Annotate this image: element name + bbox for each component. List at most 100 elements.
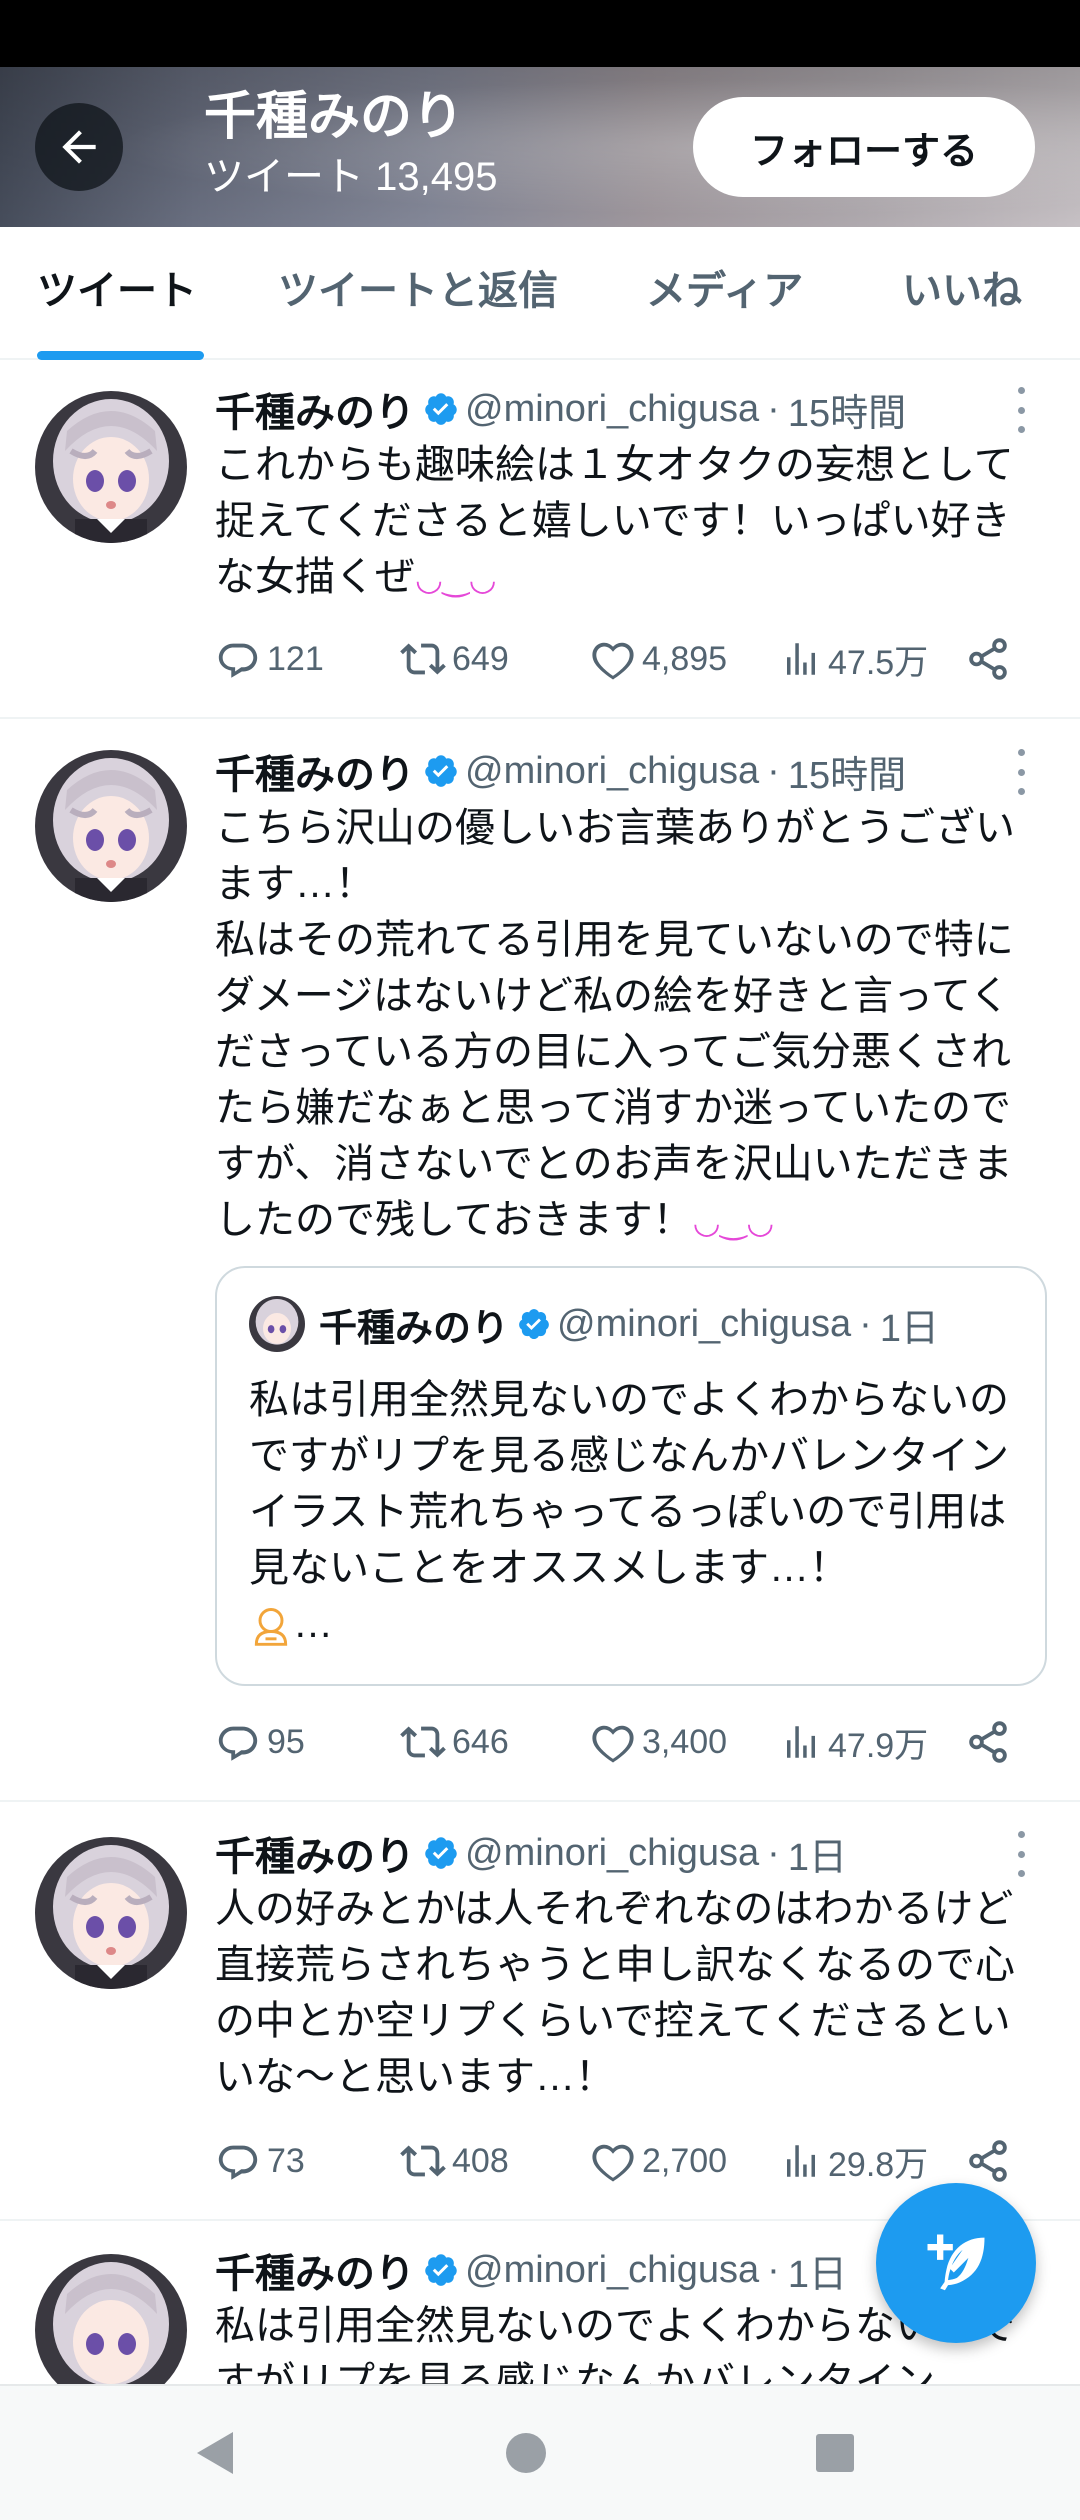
views-button[interactable]: 29.8万 [780,2133,928,2189]
retweet-count: 649 [452,639,509,678]
reply-icon [218,643,258,678]
smiling-face-emoji-icon: ◡‿◡ [415,561,497,598]
tweet-item[interactable]: 千種みのり @minori_chigusa · 15時間 こちら沢山の優しいお言… [0,720,1080,1802]
author-handle: @minori_chigusa [465,2248,760,2291]
retweet-count: 646 [452,1722,509,1761]
reply-count: 73 [267,2141,305,2180]
view-count: 47.5万 [828,643,929,682]
system-nav-bar [0,2384,1080,2520]
verified-badge-icon [423,391,459,427]
tweet-actions: 121 649 4,895 47.5万 [215,631,1015,687]
avatar [249,1296,305,1352]
bar-chart-icon [787,2145,815,2177]
bar-chart-icon [787,643,815,675]
tweet-text: こちら沢山の優しいお言葉ありがとうございます…！ 私はその荒れてる引用を見ていな… [215,800,1015,1250]
feather-plus-icon [927,2234,985,2291]
avatar[interactable] [35,2254,187,2384]
more-options-icon[interactable] [1014,1831,1028,1877]
tweet-text: これからも趣味絵は１女オタクの妄想として捉えてくださると嬉しいです！いっぱい好き… [215,437,1015,607]
reply-count: 121 [267,639,324,678]
triangle-back-icon [197,2432,233,2474]
reply-button[interactable]: 121 [215,631,324,687]
avatar[interactable] [35,750,187,902]
heart-icon [592,1725,634,1763]
active-tab-indicator [37,351,204,360]
tweet-header: 千種みのり @minori_chigusa · 1日 [215,2242,847,2298]
retweet-count: 408 [452,2141,509,2180]
tab-tweets-and-replies[interactable]: ツイートと返信 [278,263,558,319]
author-name[interactable]: 千種みのり [215,2241,415,2299]
quote-author-name: 千種みのり [319,1307,510,1350]
back-button[interactable] [35,103,123,191]
page-title: 千種みのり [204,88,465,146]
author-handle: @minori_chigusa [465,749,760,792]
reply-button[interactable]: 95 [215,1714,305,1770]
tab-media[interactable]: メディア [646,263,803,319]
avatar[interactable] [35,1837,187,1989]
author-name[interactable]: 千種みのり [215,742,415,800]
tweet-actions: 73 408 2,700 29.8万 [215,2133,1015,2189]
like-button[interactable]: 3,400 [590,1714,727,1770]
reply-count: 95 [267,1722,305,1761]
like-button[interactable]: 4,895 [590,631,727,687]
circle-home-icon [506,2433,546,2473]
reply-button[interactable]: 73 [215,2133,305,2189]
tweet-actions: 95 646 3,400 47.9万 [215,1714,1015,1770]
tweet-text: 人の好みとかは人それぞれなのはわかるけど直接荒らされちゃうと申し訳なくなるので心… [215,1887,1015,2099]
tweet-item[interactable]: 千種みのり @minori_chigusa · 15時間 これからも趣味絵は１女… [0,361,1080,719]
profile-tabs: ツイート ツイートと返信 メディア いいね [0,227,1080,360]
nav-back-button[interactable] [191,2428,237,2483]
tweet-header: 千種みのり @minori_chigusa · 15時間 [215,743,906,799]
reply-icon [218,2145,258,2180]
follow-button[interactable]: フォローする [693,97,1035,197]
view-count: 47.9万 [828,1726,929,1765]
quote-ellipsis: … [293,1602,333,1646]
author-handle: @minori_chigusa [465,387,760,430]
square-recents-icon [816,2434,854,2472]
avatar[interactable] [35,391,187,543]
quoted-tweet[interactable]: 千種みのり @minori_chigusa · 1日 私は引用全然見ないのでよく… [215,1266,1047,1686]
share-button[interactable] [965,2133,1017,2189]
verified-badge-icon [423,1835,459,1871]
share-button[interactable] [965,631,1017,687]
tab-likes[interactable]: いいね [902,263,1022,319]
nav-home-button[interactable] [503,2428,549,2483]
retweet-button[interactable]: 646 [400,1714,509,1770]
compose-tweet-button[interactable] [876,2183,1036,2343]
like-count: 2,700 [642,2141,728,2180]
nav-recents-button[interactable] [812,2428,858,2483]
retweet-icon [400,1726,446,1758]
more-options-icon[interactable] [1014,749,1028,795]
tweet-header: 千種みのり @minori_chigusa · 1日 [215,1825,847,1881]
views-button[interactable]: 47.9万 [780,1714,928,1770]
share-icon [969,638,1007,680]
tab-tweets[interactable]: ツイート [37,263,197,319]
retweet-button[interactable]: 649 [400,631,509,687]
profile-header: 千種みのり ツイート 13,495 フォローする [0,67,1080,227]
retweet-button[interactable]: 408 [400,2133,509,2189]
share-icon [969,2140,1007,2182]
tweet-time: 1日 [787,1836,847,1879]
author-handle: @minori_chigusa [465,1831,760,1874]
bowing-emoji-icon [249,1604,293,1648]
tweet-item[interactable]: 千種みのり @minori_chigusa · 1日 人の好みとかは人それぞれな… [0,1803,1080,2221]
views-button[interactable]: 47.5万 [780,631,928,687]
tweet-time: 15時間 [787,392,907,435]
view-count: 29.8万 [828,2145,929,2184]
tweet-header: 千種みのり @minori_chigusa · 15時間 [215,381,906,437]
heart-icon [592,642,634,680]
retweet-icon [400,643,446,675]
tweet-time: 1日 [787,2253,847,2296]
more-options-icon[interactable] [1014,387,1028,433]
tweet-time: 15時間 [787,754,907,797]
like-count: 4,895 [642,639,728,678]
verified-badge-icon [423,753,459,789]
smiling-face-emoji-icon: ◡‿◡ [692,1204,775,1241]
share-button[interactable] [965,1714,1017,1770]
author-name[interactable]: 千種みのり [215,380,415,438]
verified-badge-icon [517,1307,551,1341]
author-name[interactable]: 千種みのり [215,1824,415,1882]
share-icon [969,1721,1007,1763]
heart-icon [592,2144,634,2182]
like-button[interactable]: 2,700 [590,2133,727,2189]
